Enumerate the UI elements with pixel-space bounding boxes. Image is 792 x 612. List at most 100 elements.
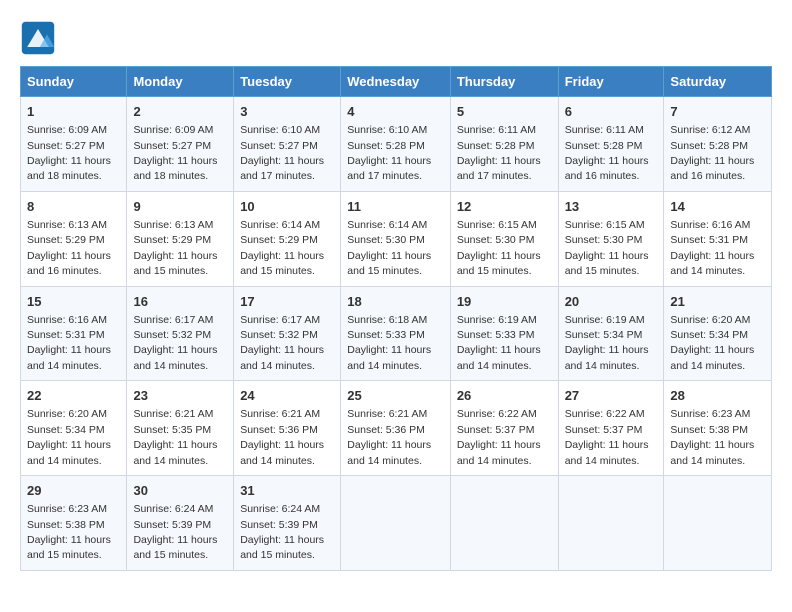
day-number: 6 [565,103,658,121]
calendar-cell: 10Sunrise: 6:14 AM Sunset: 5:29 PM Dayli… [234,191,341,286]
calendar-cell [341,476,451,571]
day-info: Sunrise: 6:15 AM Sunset: 5:30 PM Dayligh… [457,219,541,277]
calendar-cell: 3 Sunrise: 6:10 AM Sunset: 5:27 PM Daylig… [234,97,341,192]
calendar-cell: 17 Sunrise: 6:17 AM Sunset: 5:32 PM Dayli… [234,286,341,381]
day-number: 1 [27,103,120,121]
day-number: 25 [347,387,444,405]
calendar-cell: 23Sunrise: 6:21 AM Sunset: 5:35 PM Dayli… [127,381,234,476]
weekday-tuesday: Tuesday [234,67,341,97]
day-info: Sunrise: 6:11 AM Sunset: 5:28 PM Dayligh… [457,124,541,182]
calendar-week-1: 8 Sunrise: 6:13 AM Sunset: 5:29 PM Daylig… [21,191,772,286]
weekday-row: SundayMondayTuesdayWednesdayThursdayFrid… [21,67,772,97]
day-info: Sunrise: 6:16 AM Sunset: 5:31 PM Dayligh… [670,219,754,277]
calendar-cell: 18 Sunrise: 6:18 AM Sunset: 5:33 PM Dayli… [341,286,451,381]
day-number: 20 [565,293,658,311]
day-number: 14 [670,198,765,216]
calendar-cell: 21 Sunrise: 6:20 AM Sunset: 5:34 PM Dayli… [664,286,772,381]
day-number: 13 [565,198,658,216]
day-number: 17 [240,293,334,311]
calendar-cell [664,476,772,571]
weekday-thursday: Thursday [450,67,558,97]
day-info: Sunrise: 6:21 AM Sunset: 5:35 PM Dayligh… [133,408,217,466]
calendar-cell: 12 Sunrise: 6:15 AM Sunset: 5:30 PM Dayli… [450,191,558,286]
logo-icon [20,20,56,56]
day-info: Sunrise: 6:24 AM Sunset: 5:39 PM Dayligh… [133,503,217,561]
calendar-cell: 24 Sunrise: 6:21 AM Sunset: 5:36 PM Dayli… [234,381,341,476]
day-info: Sunrise: 6:20 AM Sunset: 5:34 PM Dayligh… [670,314,754,372]
day-number: 15 [27,293,120,311]
calendar-cell: 26Sunrise: 6:22 AM Sunset: 5:37 PM Dayli… [450,381,558,476]
day-info: Sunrise: 6:21 AM Sunset: 5:36 PM Dayligh… [347,408,431,466]
day-number: 4 [347,103,444,121]
day-info: Sunrise: 6:19 AM Sunset: 5:33 PM Dayligh… [457,314,541,372]
day-info: Sunrise: 6:09 AM Sunset: 5:27 PM Dayligh… [133,124,217,182]
calendar-cell: 20Sunrise: 6:19 AM Sunset: 5:34 PM Dayli… [558,286,664,381]
day-info: Sunrise: 6:17 AM Sunset: 5:32 PM Dayligh… [240,314,324,372]
calendar-cell: 9 Sunrise: 6:13 AM Sunset: 5:29 PM Daylig… [127,191,234,286]
day-info: Sunrise: 6:18 AM Sunset: 5:33 PM Dayligh… [347,314,431,372]
page-header [20,20,772,56]
day-info: Sunrise: 6:23 AM Sunset: 5:38 PM Dayligh… [670,408,754,466]
weekday-saturday: Saturday [664,67,772,97]
day-number: 8 [27,198,120,216]
day-info: Sunrise: 6:24 AM Sunset: 5:39 PM Dayligh… [240,503,324,561]
calendar-cell: 13Sunrise: 6:15 AM Sunset: 5:30 PM Dayli… [558,191,664,286]
calendar-header: SundayMondayTuesdayWednesdayThursdayFrid… [21,67,772,97]
day-number: 18 [347,293,444,311]
day-number: 2 [133,103,227,121]
day-info: Sunrise: 6:12 AM Sunset: 5:28 PM Dayligh… [670,124,754,182]
day-info: Sunrise: 6:20 AM Sunset: 5:34 PM Dayligh… [27,408,111,466]
calendar-cell: 16Sunrise: 6:17 AM Sunset: 5:32 PM Dayli… [127,286,234,381]
day-number: 28 [670,387,765,405]
calendar-cell: 28 Sunrise: 6:23 AM Sunset: 5:38 PM Dayli… [664,381,772,476]
day-info: Sunrise: 6:21 AM Sunset: 5:36 PM Dayligh… [240,408,324,466]
day-number: 27 [565,387,658,405]
calendar-cell: 22 Sunrise: 6:20 AM Sunset: 5:34 PM Dayli… [21,381,127,476]
day-number: 21 [670,293,765,311]
calendar-cell: 19 Sunrise: 6:19 AM Sunset: 5:33 PM Dayli… [450,286,558,381]
calendar-cell: 30 Sunrise: 6:24 AM Sunset: 5:39 PM Dayli… [127,476,234,571]
calendar-cell: 2 Sunrise: 6:09 AM Sunset: 5:27 PM Daylig… [127,97,234,192]
calendar-cell: 7 Sunrise: 6:12 AM Sunset: 5:28 PM Daylig… [664,97,772,192]
day-info: Sunrise: 6:09 AM Sunset: 5:27 PM Dayligh… [27,124,111,182]
calendar-week-4: 29 Sunrise: 6:23 AM Sunset: 5:38 PM Dayli… [21,476,772,571]
calendar-week-3: 22 Sunrise: 6:20 AM Sunset: 5:34 PM Dayli… [21,381,772,476]
day-info: Sunrise: 6:10 AM Sunset: 5:27 PM Dayligh… [240,124,324,182]
weekday-sunday: Sunday [21,67,127,97]
day-number: 30 [133,482,227,500]
day-info: Sunrise: 6:22 AM Sunset: 5:37 PM Dayligh… [457,408,541,466]
calendar-cell: 31Sunrise: 6:24 AM Sunset: 5:39 PM Dayli… [234,476,341,571]
calendar-cell: 4 Sunrise: 6:10 AM Sunset: 5:28 PM Daylig… [341,97,451,192]
day-number: 11 [347,198,444,216]
calendar-cell: 25 Sunrise: 6:21 AM Sunset: 5:36 PM Dayli… [341,381,451,476]
day-number: 9 [133,198,227,216]
day-info: Sunrise: 6:13 AM Sunset: 5:29 PM Dayligh… [133,219,217,277]
calendar-cell: 11Sunrise: 6:14 AM Sunset: 5:30 PM Dayli… [341,191,451,286]
day-info: Sunrise: 6:17 AM Sunset: 5:32 PM Dayligh… [133,314,217,372]
calendar-cell: 15 Sunrise: 6:16 AM Sunset: 5:31 PM Dayli… [21,286,127,381]
day-info: Sunrise: 6:23 AM Sunset: 5:38 PM Dayligh… [27,503,111,561]
day-info: Sunrise: 6:13 AM Sunset: 5:29 PM Dayligh… [27,219,111,277]
day-info: Sunrise: 6:10 AM Sunset: 5:28 PM Dayligh… [347,124,431,182]
day-number: 5 [457,103,552,121]
calendar-week-0: 1 Sunrise: 6:09 AM Sunset: 5:27 PM Daylig… [21,97,772,192]
day-number: 19 [457,293,552,311]
calendar-table: SundayMondayTuesdayWednesdayThursdayFrid… [20,66,772,571]
day-number: 22 [27,387,120,405]
day-number: 29 [27,482,120,500]
logo [20,20,62,56]
calendar-cell [558,476,664,571]
weekday-monday: Monday [127,67,234,97]
calendar-cell: 1 Sunrise: 6:09 AM Sunset: 5:27 PM Daylig… [21,97,127,192]
day-number: 12 [457,198,552,216]
calendar-cell [450,476,558,571]
day-number: 24 [240,387,334,405]
day-info: Sunrise: 6:16 AM Sunset: 5:31 PM Dayligh… [27,314,111,372]
calendar-cell: 14 Sunrise: 6:16 AM Sunset: 5:31 PM Dayli… [664,191,772,286]
weekday-friday: Friday [558,67,664,97]
day-number: 7 [670,103,765,121]
calendar-cell: 8 Sunrise: 6:13 AM Sunset: 5:29 PM Daylig… [21,191,127,286]
day-number: 3 [240,103,334,121]
day-info: Sunrise: 6:14 AM Sunset: 5:29 PM Dayligh… [240,219,324,277]
calendar-body: 1 Sunrise: 6:09 AM Sunset: 5:27 PM Daylig… [21,97,772,571]
